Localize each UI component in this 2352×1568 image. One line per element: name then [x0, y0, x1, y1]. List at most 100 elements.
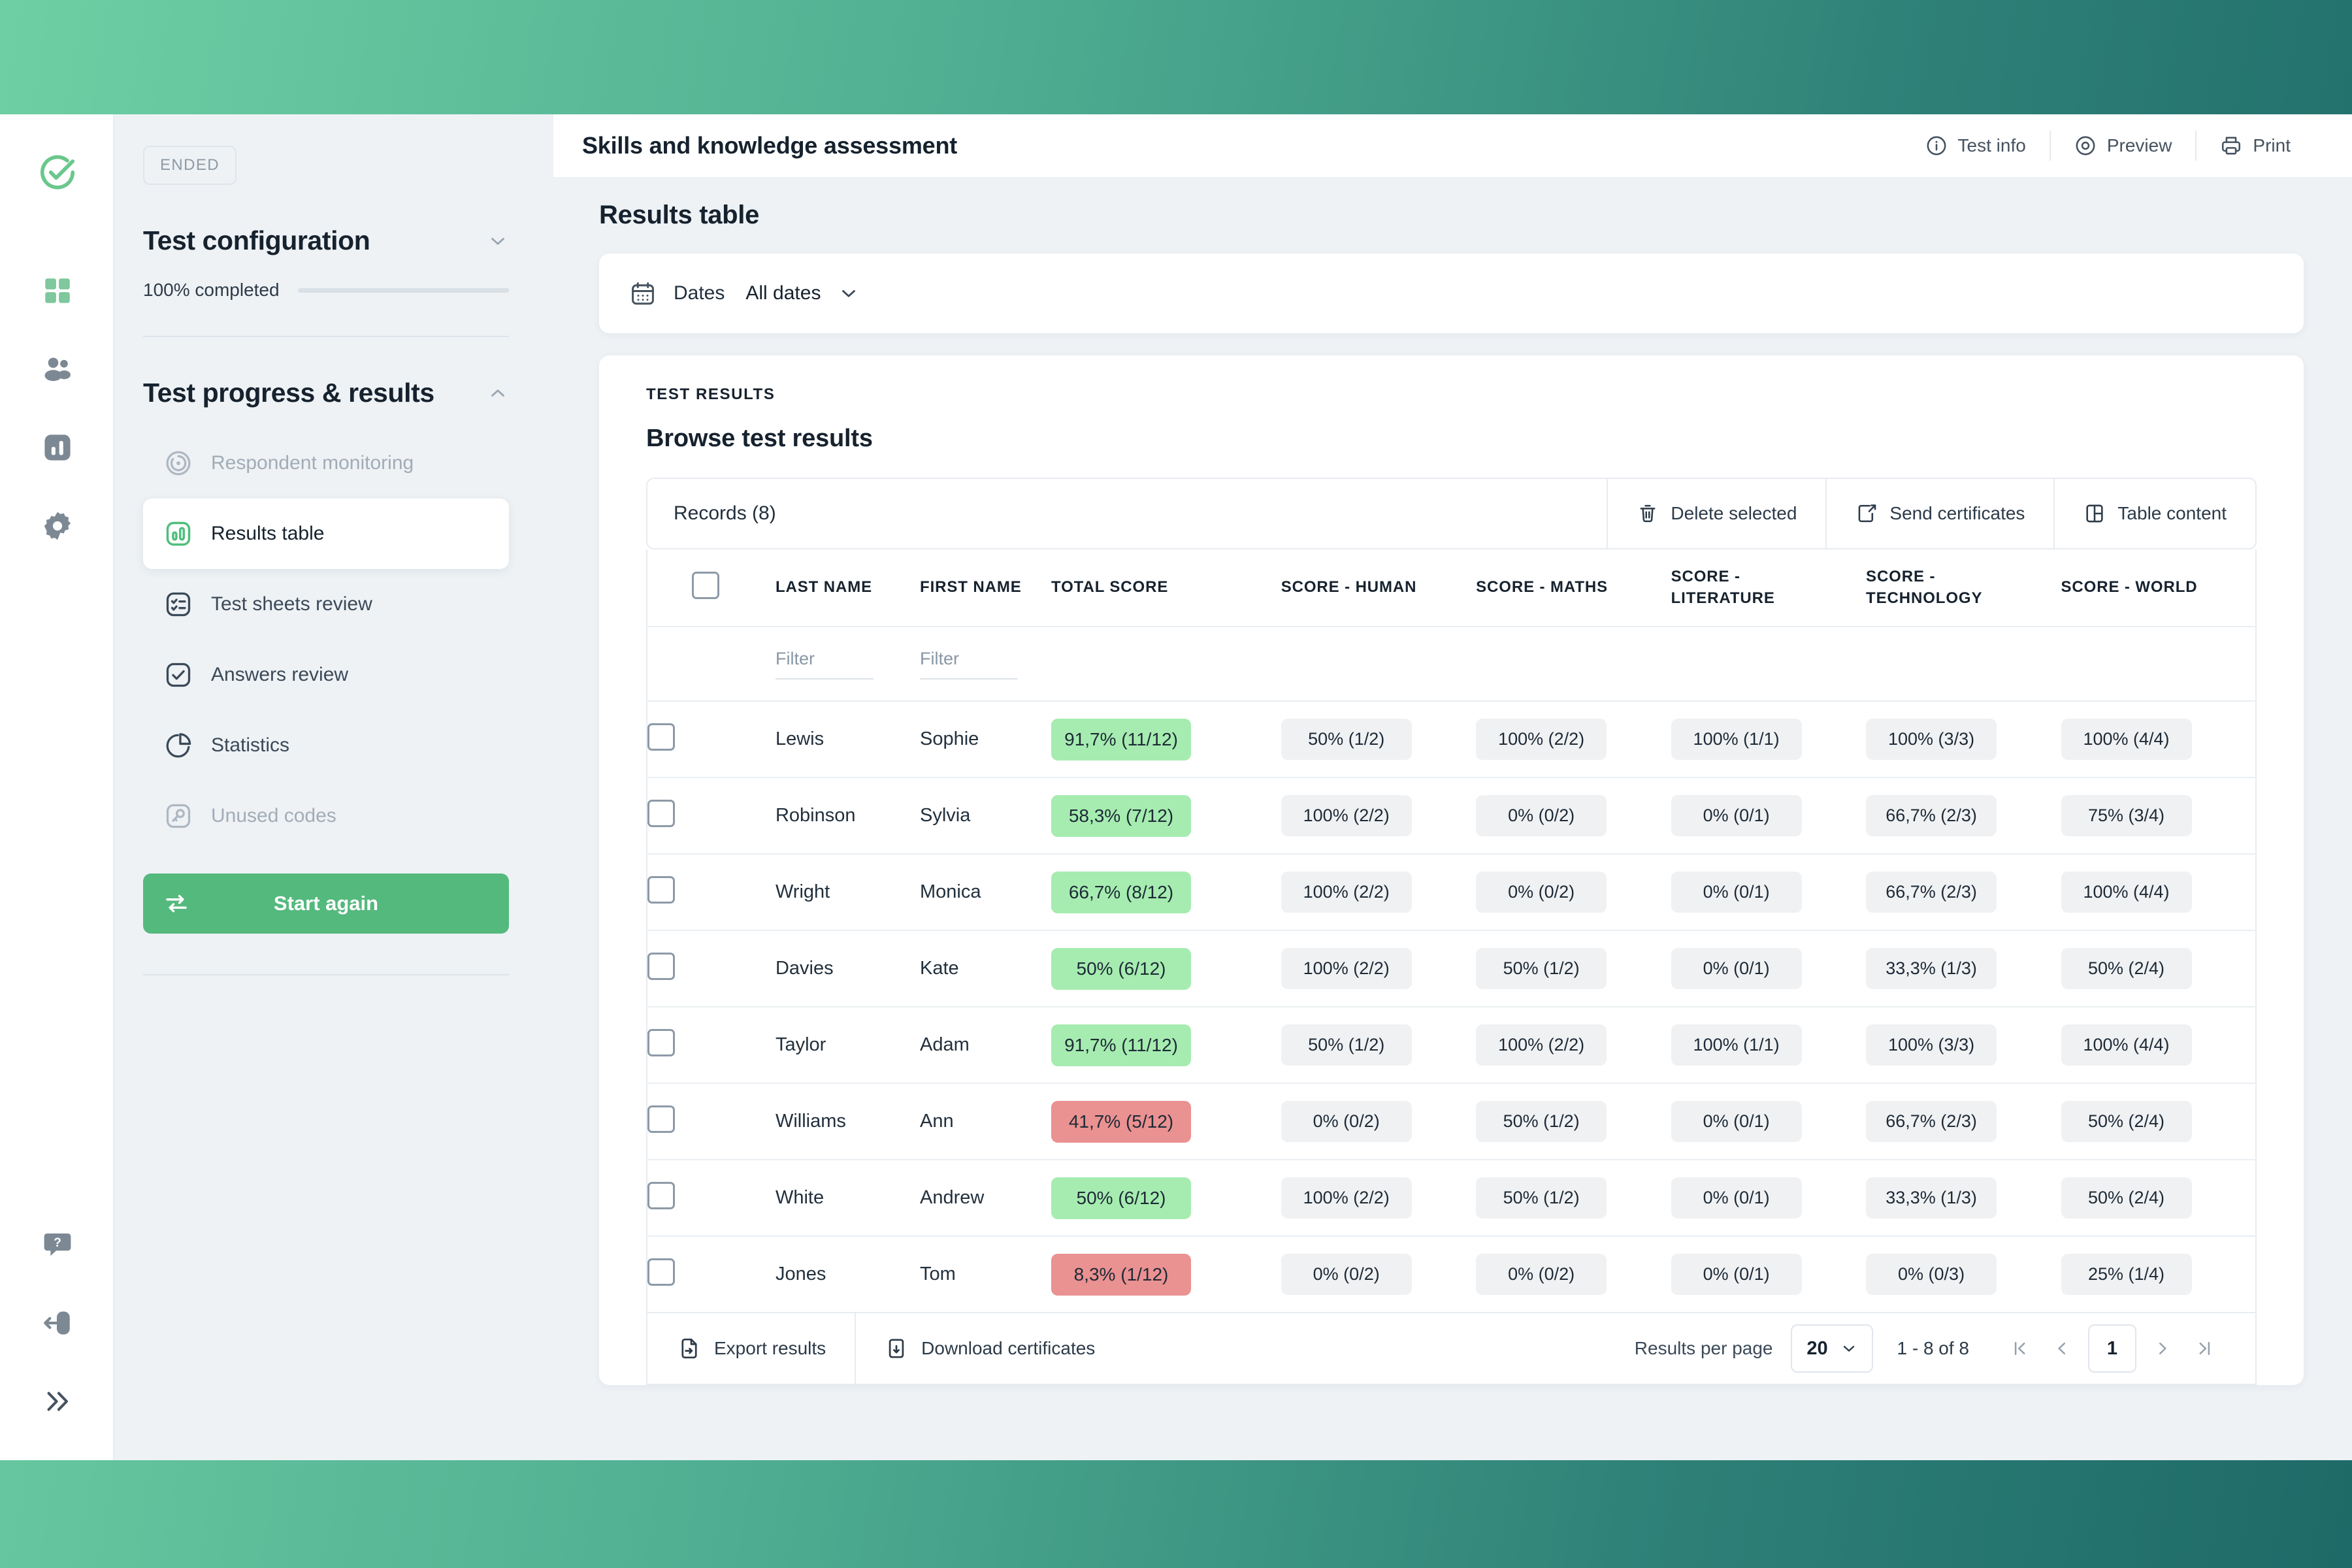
range-label: 1 - 8 of 8 [1897, 1338, 1969, 1358]
score-pill: 100% (4/4) [2061, 872, 2192, 913]
check-square-icon [163, 659, 194, 691]
grid-dashboard-icon [41, 274, 74, 307]
cell-score-maths: 0% (0/2) [1476, 777, 1671, 855]
table-row[interactable]: Lewis Sophie 91,7% (11/12) 50% (1/2) 100% (2… [647, 701, 2256, 778]
cell-score-human: 0% (0/2) [1281, 1236, 1476, 1313]
last-name-filter-input[interactable] [775, 648, 874, 679]
row-checkbox[interactable] [647, 1105, 675, 1133]
row-checkbox[interactable] [647, 1028, 675, 1056]
cell-score-literature: 100% (1/1) [1671, 701, 1867, 778]
chevron-down-icon [1840, 1339, 1858, 1358]
download-certificates-button[interactable]: Download certificates [856, 1313, 1124, 1384]
table-row[interactable]: Wright Monica 66,7% (8/12) 100% (2/2) 0% (0/… [647, 854, 2256, 931]
row-checkbox[interactable] [647, 799, 675, 827]
cell-last-name: Wright [775, 854, 921, 931]
chevron-down-icon[interactable] [838, 282, 860, 304]
row-checkbox[interactable] [647, 1181, 675, 1209]
rail-item-logout[interactable] [0, 1284, 114, 1362]
filter-cell-technology [1866, 627, 2061, 702]
column-header-score-maths[interactable]: SCORE - MATHS [1476, 549, 1671, 627]
column-header-score-human[interactable]: SCORE - HUMAN [1281, 549, 1477, 627]
sidebar-item-unused-codes[interactable]: Unused codes [143, 781, 509, 851]
bar-action-label: Send certificates [1889, 503, 2025, 523]
cell-score-world: 25% (1/4) [2061, 1236, 2257, 1313]
score-pill: 0% (0/2) [1476, 1254, 1607, 1295]
rail-item-users[interactable] [0, 330, 114, 408]
cell-score-world: 100% (4/4) [2061, 854, 2256, 931]
test-configuration-header[interactable]: Test configuration [143, 225, 509, 256]
row-checkbox[interactable] [647, 952, 675, 980]
column-header-score-literature[interactable]: SCORE - LITERATURE [1671, 549, 1867, 627]
cell-total-score: 66,7% (8/12) [1051, 854, 1281, 931]
rail-item-settings[interactable] [0, 487, 114, 565]
preview-button[interactable]: Preview [2051, 131, 2196, 161]
dates-value[interactable]: All dates [745, 282, 821, 304]
info-circle-icon [1925, 135, 1948, 157]
sidebar-item-statistics[interactable]: Statistics [143, 710, 509, 781]
delete-selected-button[interactable]: Delete selected [1607, 479, 1825, 548]
cell-score-human: 100% (2/2) [1281, 930, 1477, 1007]
app-logo[interactable] [0, 134, 114, 212]
score-pill: 100% (2/2) [1476, 1024, 1607, 1066]
previous-page-button[interactable] [2041, 1328, 2083, 1369]
table-row[interactable]: White Andrew 50% (6/12) 100% (2/2) 50% (1/2)… [647, 1160, 2256, 1237]
score-pill: 66,7% (2/3) [1866, 872, 1997, 913]
pie-chart-icon [163, 730, 194, 761]
score-pill: 75% (3/4) [2061, 795, 2192, 836]
sidebar-item-results-table[interactable]: Results table [143, 498, 509, 569]
row-checkbox[interactable] [647, 1258, 675, 1286]
results-per-page-select[interactable]: 20 [1791, 1324, 1874, 1373]
test-info-button[interactable]: Test info [1902, 131, 2050, 161]
row-select-cell [647, 1160, 776, 1237]
cell-first-name: Sylvia [920, 777, 1051, 855]
table-row[interactable]: Davies Kate 50% (6/12) 100% (2/2) 50% (1/2) 0… [647, 930, 2256, 1007]
records-toolbar: Records (8) Delete selected Send certifi… [646, 478, 2257, 549]
total-score-pill: 50% (6/12) [1051, 947, 1191, 990]
table-row[interactable]: Robinson Sylvia 58,3% (7/12) 100% (2/2) 0% (… [647, 777, 2256, 855]
table-row[interactable]: Taylor Adam 91,7% (11/12) 50% (1/2) 100% (2/… [647, 1007, 2256, 1084]
print-button[interactable]: Print [2197, 131, 2314, 161]
sidebar-item-test-sheets-review[interactable]: Test sheets review [143, 569, 509, 640]
records-count: Records (8) [674, 502, 776, 524]
rail-item-expand[interactable] [0, 1362, 114, 1441]
last-page-button[interactable] [2183, 1328, 2225, 1369]
current-page[interactable]: 1 [2088, 1324, 2136, 1373]
sidebar-nav-list: Respondent monitoring Results table Test… [143, 428, 509, 851]
browse-test-results-title: Browse test results [646, 425, 873, 452]
row-checkbox[interactable] [647, 875, 675, 904]
rail-item-reports[interactable] [0, 408, 114, 487]
sidebar-item-respondent-monitoring[interactable]: Respondent monitoring [143, 428, 509, 498]
score-pill: 0% (0/1) [1671, 948, 1802, 989]
send-certificate-icon [1855, 502, 1878, 525]
column-header-score-technology[interactable]: SCORE - TECHNOLOGY [1866, 549, 2061, 627]
row-checkbox[interactable] [647, 723, 675, 751]
rail-item-dashboard[interactable] [0, 252, 114, 330]
table-row[interactable]: Jones Tom 8,3% (1/12) 0% (0/2) 0% (0/2) 0% (0… [647, 1236, 2256, 1313]
export-icon [678, 1337, 701, 1360]
row-select-cell [647, 1007, 776, 1084]
export-results-button[interactable]: Export results [647, 1313, 857, 1384]
column-header-first-name[interactable]: FIRST NAME [920, 549, 1051, 627]
column-header-label: FIRST NAME [920, 578, 1022, 596]
test-progress-header[interactable]: Test progress & results [143, 378, 509, 408]
row-select-cell [647, 701, 776, 778]
cell-score-maths: 0% (0/2) [1476, 1236, 1671, 1313]
next-page-button[interactable] [2142, 1328, 2183, 1369]
table-content-button[interactable]: Table content [2053, 479, 2255, 548]
score-pill: 100% (2/2) [1281, 948, 1412, 989]
column-header-last-name[interactable]: LAST NAME [775, 549, 921, 627]
first-page-button[interactable] [1999, 1328, 2041, 1369]
column-header-score-world[interactable]: SCORE - WORLD [2061, 549, 2256, 627]
rail-item-help[interactable]: ? [0, 1205, 114, 1284]
select-all-checkbox[interactable] [692, 572, 719, 599]
topbar-action-label: Test info [1957, 135, 2026, 155]
send-certificates-button[interactable]: Send certificates [1825, 479, 2053, 548]
start-again-button[interactable]: Start again [143, 874, 509, 934]
cell-first-name: Adam [920, 1007, 1051, 1084]
column-header-label: SCORE - MATHS [1476, 578, 1609, 596]
table-row[interactable]: Williams Ann 41,7% (5/12) 0% (0/2) 50% (1/2)… [647, 1083, 2256, 1160]
sidebar-item-answers-review[interactable]: Answers review [143, 640, 509, 710]
score-pill: 0% (0/1) [1671, 1254, 1802, 1295]
column-header-total-score[interactable]: TOTAL SCORE [1051, 549, 1281, 627]
first-name-filter-input[interactable] [920, 648, 1019, 679]
